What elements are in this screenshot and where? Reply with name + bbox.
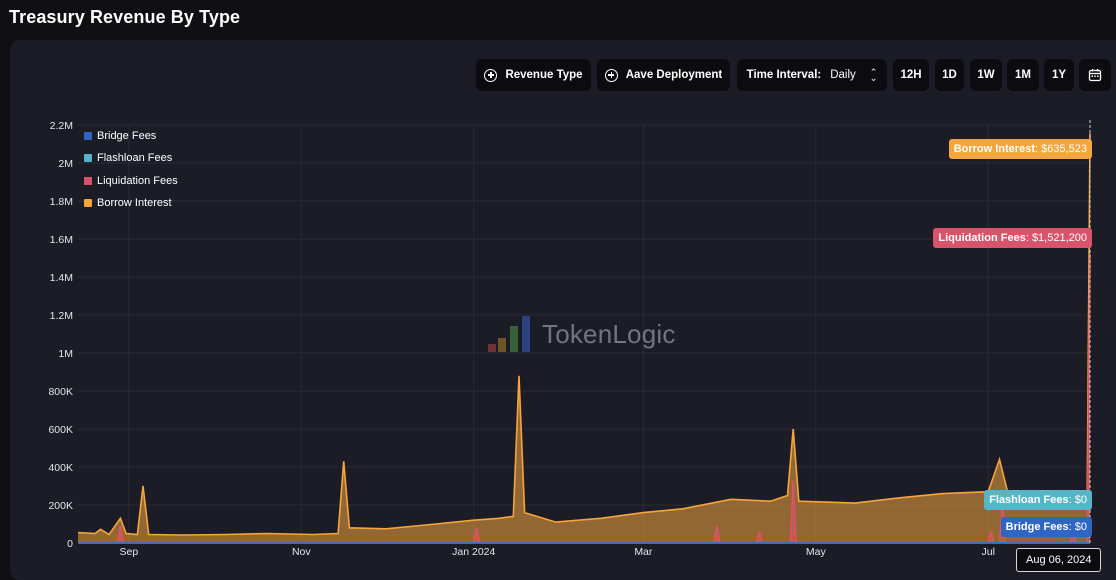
- legend-swatch: [84, 154, 92, 162]
- x-tick-label: Jan 2024: [452, 546, 495, 558]
- y-tick-label: 1.8M: [50, 196, 73, 208]
- legend-flashloan-fees[interactable]: Flashloan Fees: [84, 152, 172, 164]
- tooltip-series-name: Liquidation Fees: [938, 232, 1026, 244]
- tooltip-series-value: $635,523: [1041, 143, 1087, 155]
- tooltip-series-value: $1,521,200: [1031, 232, 1087, 244]
- tooltip-series-name: Bridge Fees: [1005, 521, 1069, 533]
- tooltip-series-value: $0: [1074, 521, 1087, 533]
- y-tick-label: 2M: [58, 158, 73, 170]
- legend-swatch: [84, 199, 92, 207]
- legend-bridge-fees[interactable]: Bridge Fees: [84, 130, 156, 142]
- y-tick-label: 800K: [48, 386, 73, 398]
- y-tick-label: 200K: [48, 500, 73, 512]
- legend-borrow-interest[interactable]: Borrow Interest: [84, 197, 172, 209]
- x-tick-label: May: [806, 546, 827, 558]
- tooltip-flashloan-fees: Flashloan Fees: $0: [984, 490, 1092, 510]
- tooltip-series-name: Borrow Interest: [953, 143, 1035, 155]
- x-tick-label: Mar: [634, 546, 653, 558]
- legend-liquidation-fees[interactable]: Liquidation Fees: [84, 175, 178, 187]
- y-tick-label: 0: [67, 538, 73, 550]
- revenue-chart: 0 200K 400K 600K 800K 1M 1.2M 1.4M 1.6M 1.8M 2M 2.2…: [48, 120, 1091, 558]
- tooltip-date: Aug 06, 2024: [1016, 548, 1102, 572]
- tokenlogic-logo-icon: [488, 316, 530, 352]
- legend-label: Borrow Interest: [97, 197, 172, 209]
- y-tick-label: 400K: [48, 462, 73, 474]
- tooltip-borrow-interest: Borrow Interest: $635,523: [948, 139, 1092, 159]
- tokenlogic-watermark: TokenLogic: [486, 314, 676, 354]
- watermark-text: TokenLogic: [542, 318, 676, 349]
- x-tick-label: Nov: [292, 546, 311, 558]
- tooltip-bridge-fees: Bridge Fees: $0: [1000, 517, 1092, 537]
- legend-label: Liquidation Fees: [97, 175, 178, 187]
- y-tick-label: 2.2M: [50, 120, 73, 132]
- tooltip-series-value: $0: [1074, 494, 1087, 506]
- x-tick-label: Jul: [982, 546, 995, 558]
- y-tick-label: 1.6M: [50, 234, 73, 246]
- tooltip-series-name: Flashloan Fees: [989, 494, 1069, 506]
- y-tick-label: 1M: [58, 348, 73, 360]
- legend-swatch: [84, 132, 92, 140]
- y-tick-label: 1.4M: [50, 272, 73, 284]
- x-tick-label: Sep: [120, 546, 139, 558]
- y-tick-label: 1.2M: [50, 310, 73, 322]
- y-tick-label: 600K: [48, 424, 73, 436]
- legend-label: Flashloan Fees: [97, 152, 173, 164]
- tooltip-liquidation-fees: Liquidation Fees: $1,521,200: [933, 228, 1092, 248]
- legend-label: Bridge Fees: [97, 130, 157, 142]
- legend-swatch: [84, 177, 92, 185]
